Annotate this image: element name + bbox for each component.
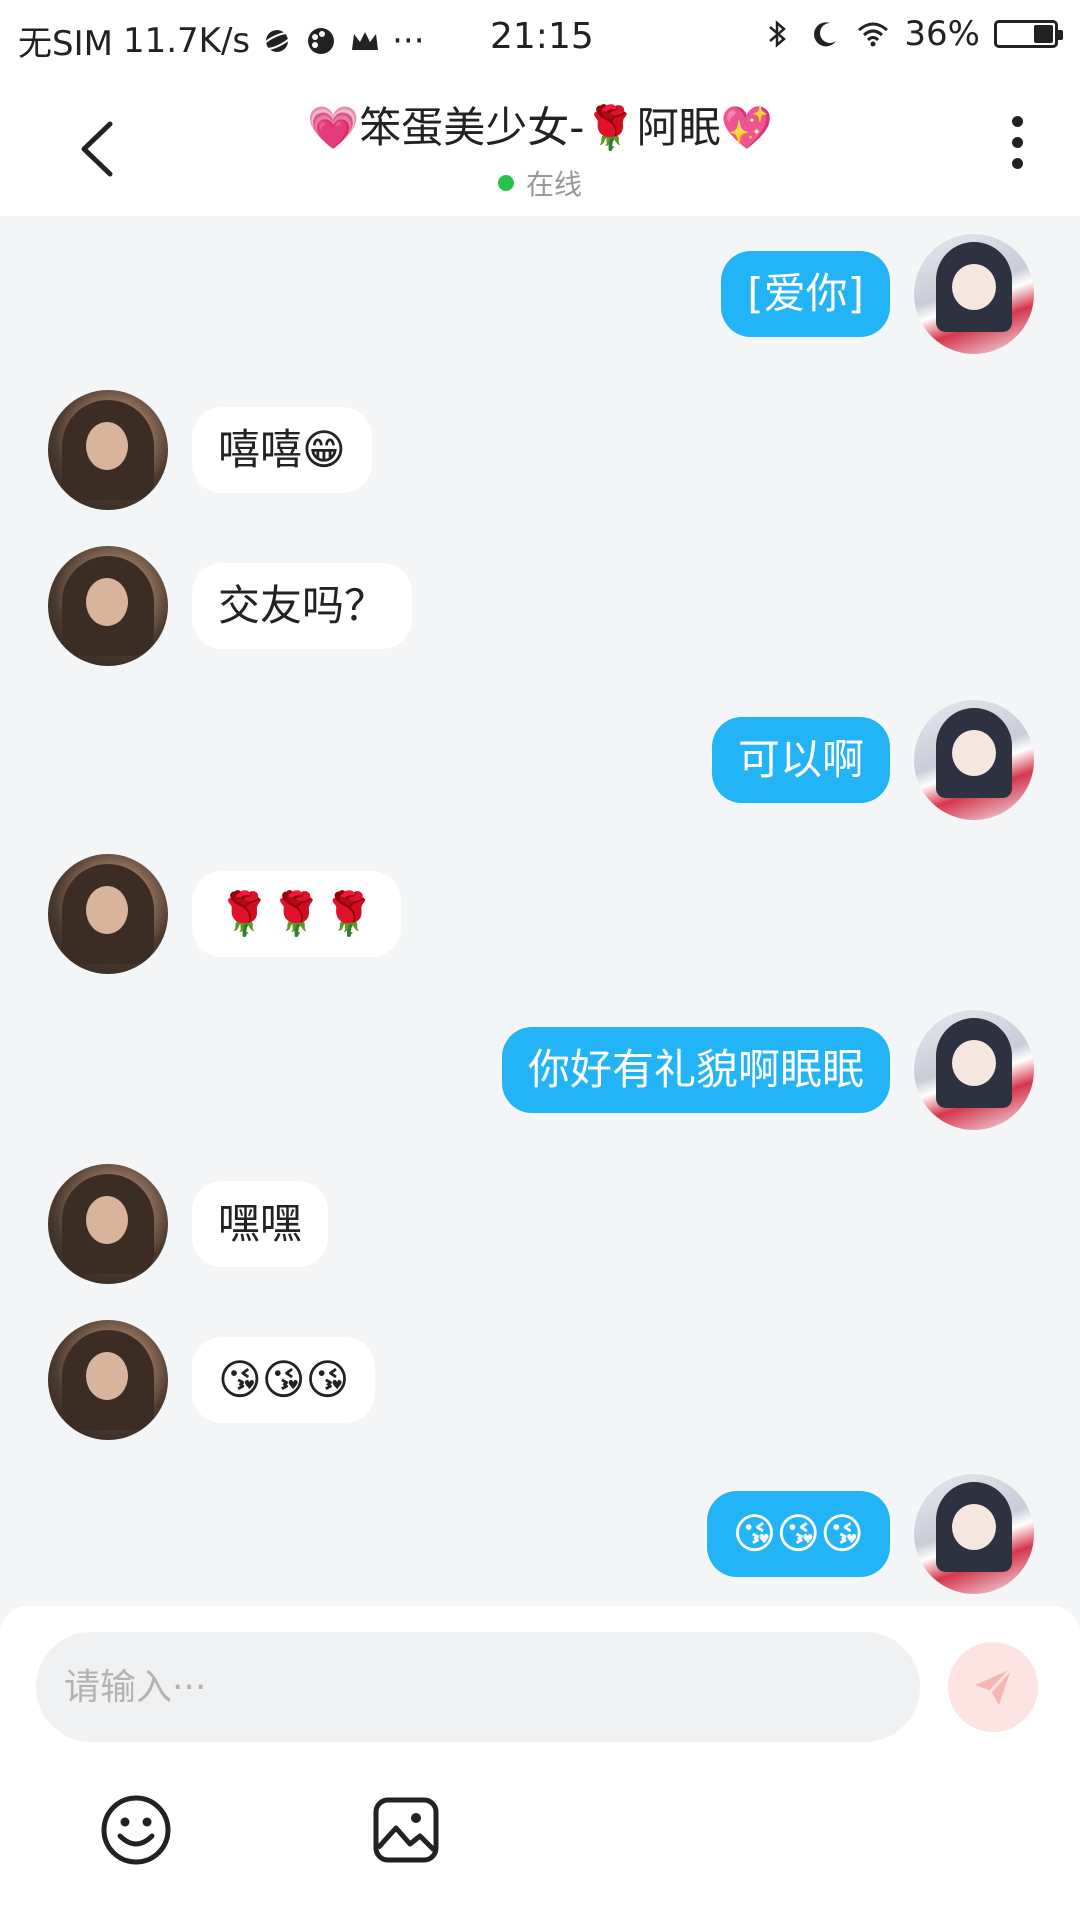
more-dot-icon (1011, 137, 1023, 148)
status-time: 21:15 (490, 16, 594, 57)
header-title-wrap: 💗笨蛋美少女-🌹阿眠💖 在线 (0, 94, 1080, 203)
my-avatar[interactable] (914, 234, 1034, 354)
message-row-incoming: 嘿嘿 (48, 1164, 329, 1284)
palette-icon (308, 27, 335, 54)
online-status: 在线 (0, 163, 1080, 203)
moon-icon (814, 22, 837, 47)
emoji-icon[interactable] (98, 1792, 174, 1868)
more-options-button[interactable] (1002, 116, 1032, 186)
message-row-outgoing: 可以啊 (711, 700, 1034, 820)
more-dot-icon (1011, 116, 1023, 127)
planet-icon (261, 29, 293, 52)
contact-avatar[interactable] (48, 1320, 168, 1440)
message-row-outgoing: [爱你] (721, 234, 1034, 354)
network-speed: 11.7K/s (122, 20, 251, 61)
message-bubble-incoming[interactable]: 嘻嘻😁 (192, 406, 372, 494)
status-right: 36% (760, 14, 1063, 54)
message-composer (0, 1606, 1080, 1920)
message-row-outgoing: 😘😘😘 (706, 1474, 1034, 1594)
message-row-incoming: 嘻嘻😁 (48, 390, 372, 510)
wifi-icon (858, 22, 889, 47)
message-bubble-outgoing[interactable]: 可以啊 (711, 716, 890, 804)
message-bubble-outgoing[interactable]: 😘😘😘 (706, 1490, 890, 1578)
crown-icon (352, 31, 379, 50)
contact-avatar[interactable] (48, 1164, 168, 1284)
chat-header: 💗笨蛋美少女-🌹阿眠💖 在线 (0, 76, 1080, 216)
message-row-incoming: 🌹🌹🌹 (48, 854, 401, 974)
send-button[interactable] (948, 1642, 1038, 1732)
image-icon[interactable] (368, 1792, 444, 1868)
send-icon (975, 1667, 1013, 1705)
my-avatar[interactable] (914, 700, 1034, 820)
my-avatar[interactable] (914, 1010, 1034, 1130)
battery-fill (1033, 25, 1053, 43)
message-bubble-incoming[interactable]: 😘😘😘 (192, 1336, 376, 1424)
message-row-incoming: 😘😘😘 (48, 1320, 376, 1440)
battery-icon (994, 20, 1063, 48)
carrier-text: 无SIM (18, 24, 113, 64)
more-dot-icon (1011, 158, 1023, 169)
online-status-text: 在线 (525, 168, 582, 201)
bluetooth-icon (769, 20, 787, 48)
message-row-outgoing: 你好有礼貌啊眠眠 (501, 1010, 1034, 1130)
more-status-icon: ··· (392, 20, 425, 61)
message-bubble-incoming[interactable]: 交友吗？ (192, 562, 413, 650)
message-bubble-incoming[interactable]: 🌹🌹🌹 (192, 870, 401, 958)
contact-avatar[interactable] (48, 854, 168, 974)
contact-avatar[interactable] (48, 390, 168, 510)
status-left: 无SIM 11.7K/s ··· (18, 16, 425, 65)
chat-message-list[interactable]: [爱你] 嘻嘻😁 交友吗？ 可以啊 🌹🌹🌹 你好有礼貌啊眠眠 嘿嘿 😘😘😘 😘😘… (0, 216, 1080, 1606)
online-dot-icon (497, 175, 514, 191)
page-title: 💗笨蛋美少女-🌹阿眠💖 (306, 103, 774, 152)
message-input[interactable] (36, 1632, 920, 1742)
status-bar: 无SIM 11.7K/s ··· 21:15 36% (0, 0, 1080, 76)
battery-percent: 36% (904, 14, 980, 54)
contact-avatar[interactable] (48, 546, 168, 666)
message-bubble-incoming[interactable]: 嘿嘿 (192, 1180, 329, 1268)
message-bubble-outgoing[interactable]: [爱你] (721, 250, 890, 338)
my-avatar[interactable] (914, 1474, 1034, 1594)
message-bubble-outgoing[interactable]: 你好有礼貌啊眠眠 (501, 1026, 890, 1114)
message-row-incoming: 交友吗？ (48, 546, 413, 666)
